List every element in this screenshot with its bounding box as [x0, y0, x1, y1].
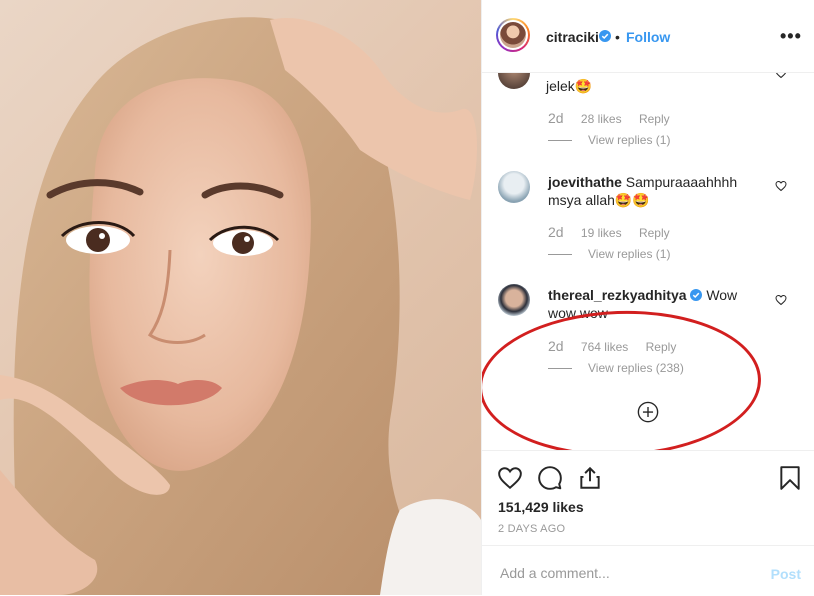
view-replies-label: View replies (238) [588, 361, 684, 375]
comment-input[interactable] [498, 562, 752, 584]
comment-meta: 2d 19 likes Reply [548, 224, 684, 240]
post-photo[interactable] [0, 0, 481, 595]
comment-likes[interactable]: 28 likes [581, 112, 622, 126]
comment-likes[interactable]: 19 likes [581, 226, 622, 240]
comment-username[interactable]: joevithathe [548, 174, 622, 190]
post-time: 2 DAYS AGO [498, 523, 566, 535]
author-avatar[interactable] [496, 18, 530, 52]
view-replies-button[interactable]: View replies (1) [548, 133, 670, 147]
commenter-avatar[interactable] [498, 73, 530, 89]
header-separator: • [615, 29, 620, 45]
comment-time: 2d [548, 338, 564, 354]
portrait-image [0, 17, 481, 595]
comment-icon[interactable] [537, 465, 563, 491]
share-icon[interactable] [577, 465, 603, 491]
comment-time: 2d [548, 110, 564, 126]
likes-count[interactable]: 151,429 likes [498, 499, 584, 515]
follow-button[interactable]: Follow [626, 29, 670, 45]
comments-list[interactable]: jelek🤩 2d 28 likes Reply View replies (1… [482, 73, 814, 450]
commenter-avatar[interactable] [498, 284, 530, 316]
comment-time: 2d [548, 224, 564, 240]
author-username[interactable]: citraciki [546, 29, 599, 45]
comment-username[interactable]: thereal_rezkyadhitya [548, 287, 687, 303]
reply-button[interactable]: Reply [639, 112, 670, 126]
verified-badge-icon [599, 30, 611, 42]
view-replies-label: View replies (1) [588, 133, 671, 147]
highlight-circle [482, 306, 764, 450]
comment-like-icon[interactable] [775, 180, 787, 192]
comment-text: jelek🤩 [546, 78, 593, 94]
view-replies-button[interactable]: View replies (1) [548, 247, 670, 261]
heart-icon[interactable] [497, 465, 523, 491]
add-comment-bar: Post [482, 545, 814, 596]
add-circle-icon[interactable] [637, 401, 659, 423]
comment-likes[interactable]: 764 likes [581, 340, 628, 354]
post-header: citraciki • Follow ••• [482, 0, 814, 73]
post-comment-button[interactable]: Post [771, 566, 801, 582]
verified-badge-icon [690, 289, 703, 301]
view-replies-button[interactable]: View replies (238) [548, 361, 684, 375]
reply-button[interactable]: Reply [646, 340, 677, 354]
view-replies-label: View replies (1) [588, 247, 671, 261]
more-options-icon[interactable]: ••• [780, 26, 802, 47]
comment-meta: 2d 28 likes Reply [548, 110, 684, 126]
bookmark-icon[interactable] [777, 465, 803, 491]
post-side-panel: citraciki • Follow ••• jelek🤩 2d 28 like… [481, 0, 814, 595]
comment-meta: 2d 764 likes Reply [548, 338, 690, 354]
reply-button[interactable]: Reply [639, 226, 670, 240]
comment-like-icon[interactable] [775, 73, 787, 79]
post-actions: 151,429 likes 2 DAYS AGO [482, 450, 814, 546]
comment-like-icon[interactable] [775, 294, 787, 306]
commenter-avatar[interactable] [498, 171, 530, 203]
